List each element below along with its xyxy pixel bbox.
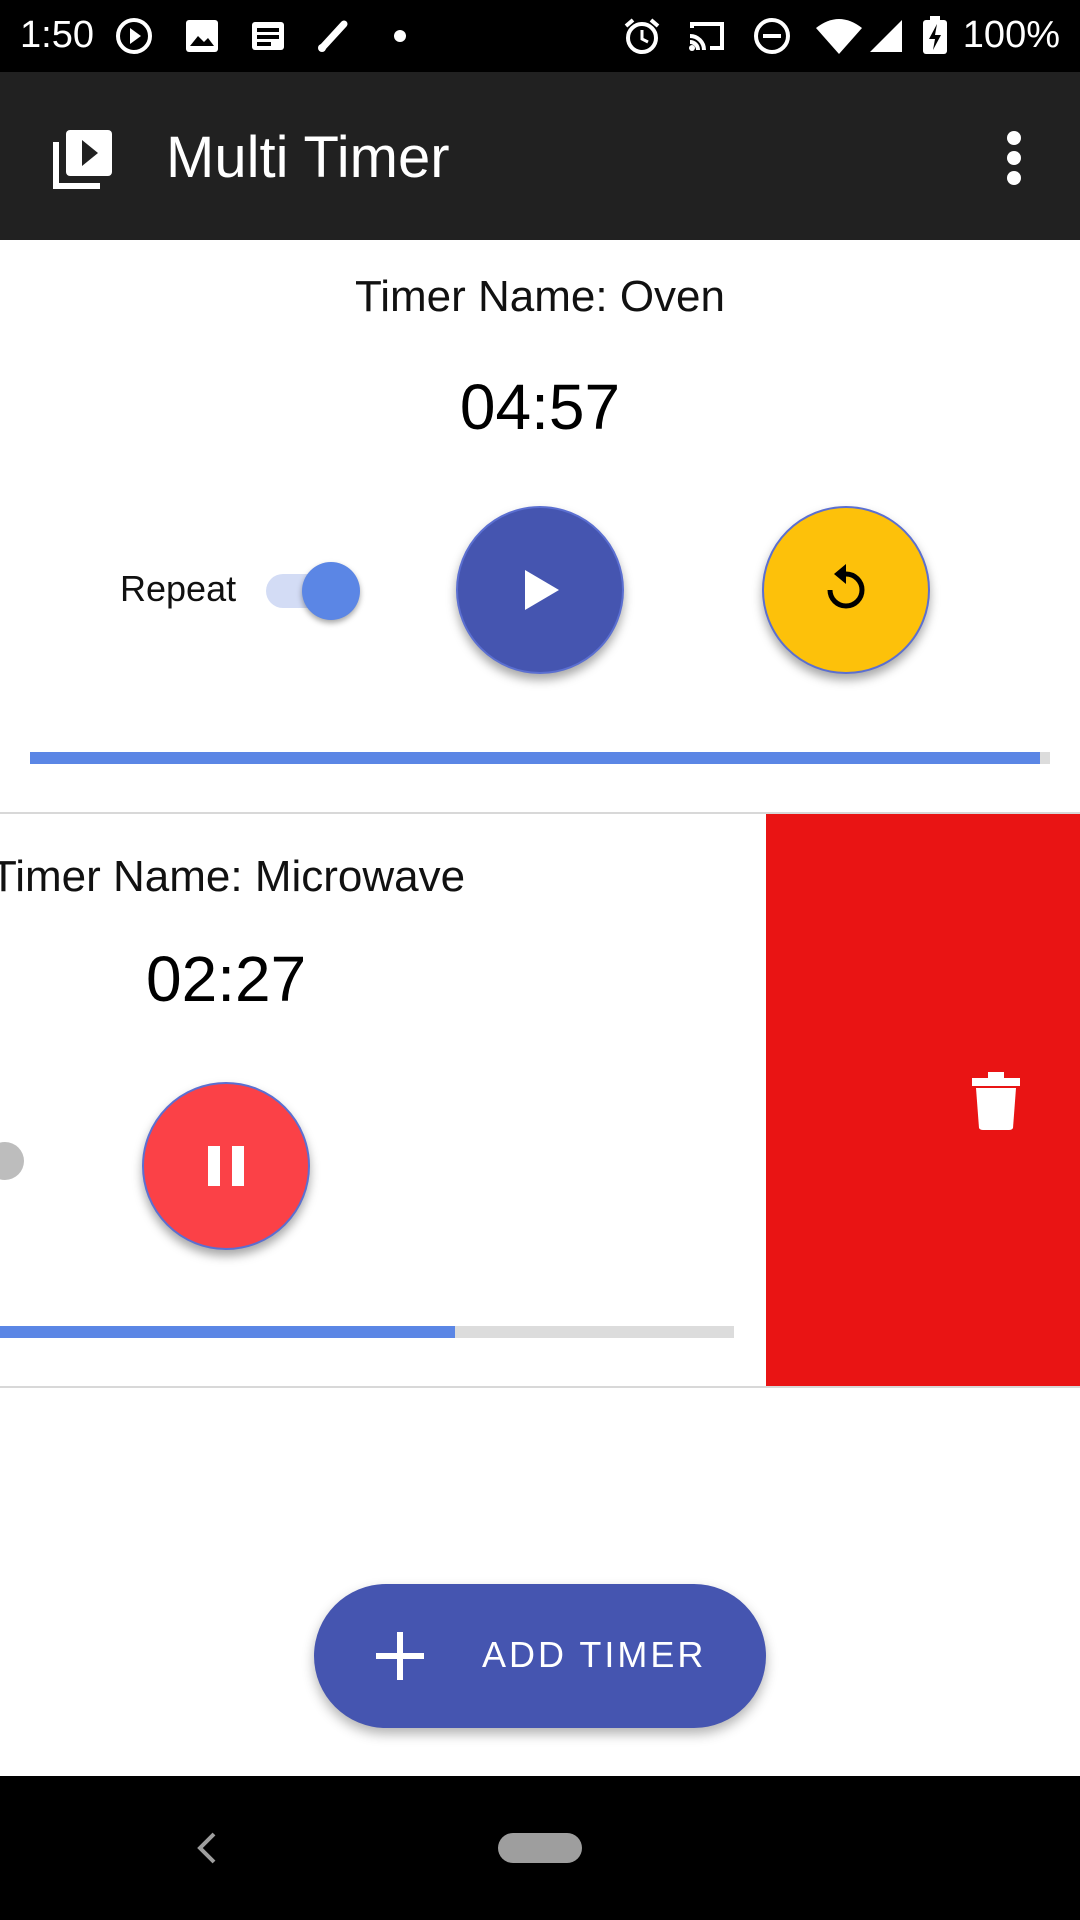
status-time: 1:50 bbox=[20, 14, 94, 56]
status-bar: 1:50 100% bbox=[0, 0, 1080, 72]
pause-icon bbox=[208, 1146, 244, 1186]
back-icon[interactable] bbox=[194, 1830, 218, 1866]
do-not-disturb-icon bbox=[754, 18, 790, 54]
signal-icon bbox=[870, 20, 902, 52]
battery-charging-icon bbox=[923, 16, 947, 54]
play-icon bbox=[525, 570, 559, 610]
cast-icon bbox=[689, 22, 724, 51]
add-timer-button[interactable]: ADD TIMER bbox=[314, 1584, 766, 1728]
divider bbox=[0, 1386, 1080, 1388]
progress-fill bbox=[0, 1326, 456, 1338]
alarm-icon bbox=[624, 18, 660, 54]
timer-progress-bar bbox=[30, 752, 1050, 764]
wifi-icon bbox=[816, 19, 862, 54]
plus-icon bbox=[376, 1632, 424, 1680]
timer-progress-bar bbox=[0, 1326, 734, 1338]
video-library-icon bbox=[53, 130, 112, 189]
timer-countdown: 02:27 bbox=[146, 943, 307, 1015]
image-icon bbox=[186, 20, 218, 52]
delete-icon[interactable] bbox=[972, 1072, 1020, 1130]
reset-button[interactable] bbox=[762, 506, 930, 674]
app-bar: Multi Timer bbox=[0, 72, 1080, 240]
app-title: Multi Timer bbox=[166, 125, 450, 190]
pause-button[interactable] bbox=[142, 1082, 310, 1250]
dot-icon bbox=[394, 30, 406, 42]
news-icon bbox=[252, 22, 284, 50]
timer-countdown: 04:57 bbox=[459, 371, 621, 443]
battery-percent: 100% bbox=[962, 14, 1060, 56]
pen-icon bbox=[318, 20, 348, 52]
play-button[interactable] bbox=[456, 506, 624, 674]
delete-swipe-area[interactable] bbox=[766, 814, 1080, 1386]
toggle-thumb bbox=[302, 562, 360, 620]
play-circle-icon bbox=[116, 18, 152, 54]
timer-name: Timer Name: Microwave bbox=[0, 852, 466, 901]
repeat-toggle[interactable] bbox=[266, 562, 360, 620]
repeat-toggle-thumb[interactable] bbox=[0, 1142, 24, 1180]
repeat-label: Repeat bbox=[120, 568, 237, 609]
add-timer-label: ADD TIMER bbox=[482, 1634, 707, 1675]
restart-icon bbox=[827, 564, 865, 609]
more-vert-icon[interactable] bbox=[990, 126, 1038, 190]
timer-name: Timer Name: Oven bbox=[354, 272, 725, 321]
home-pill[interactable] bbox=[498, 1833, 582, 1863]
progress-fill bbox=[30, 752, 1040, 764]
